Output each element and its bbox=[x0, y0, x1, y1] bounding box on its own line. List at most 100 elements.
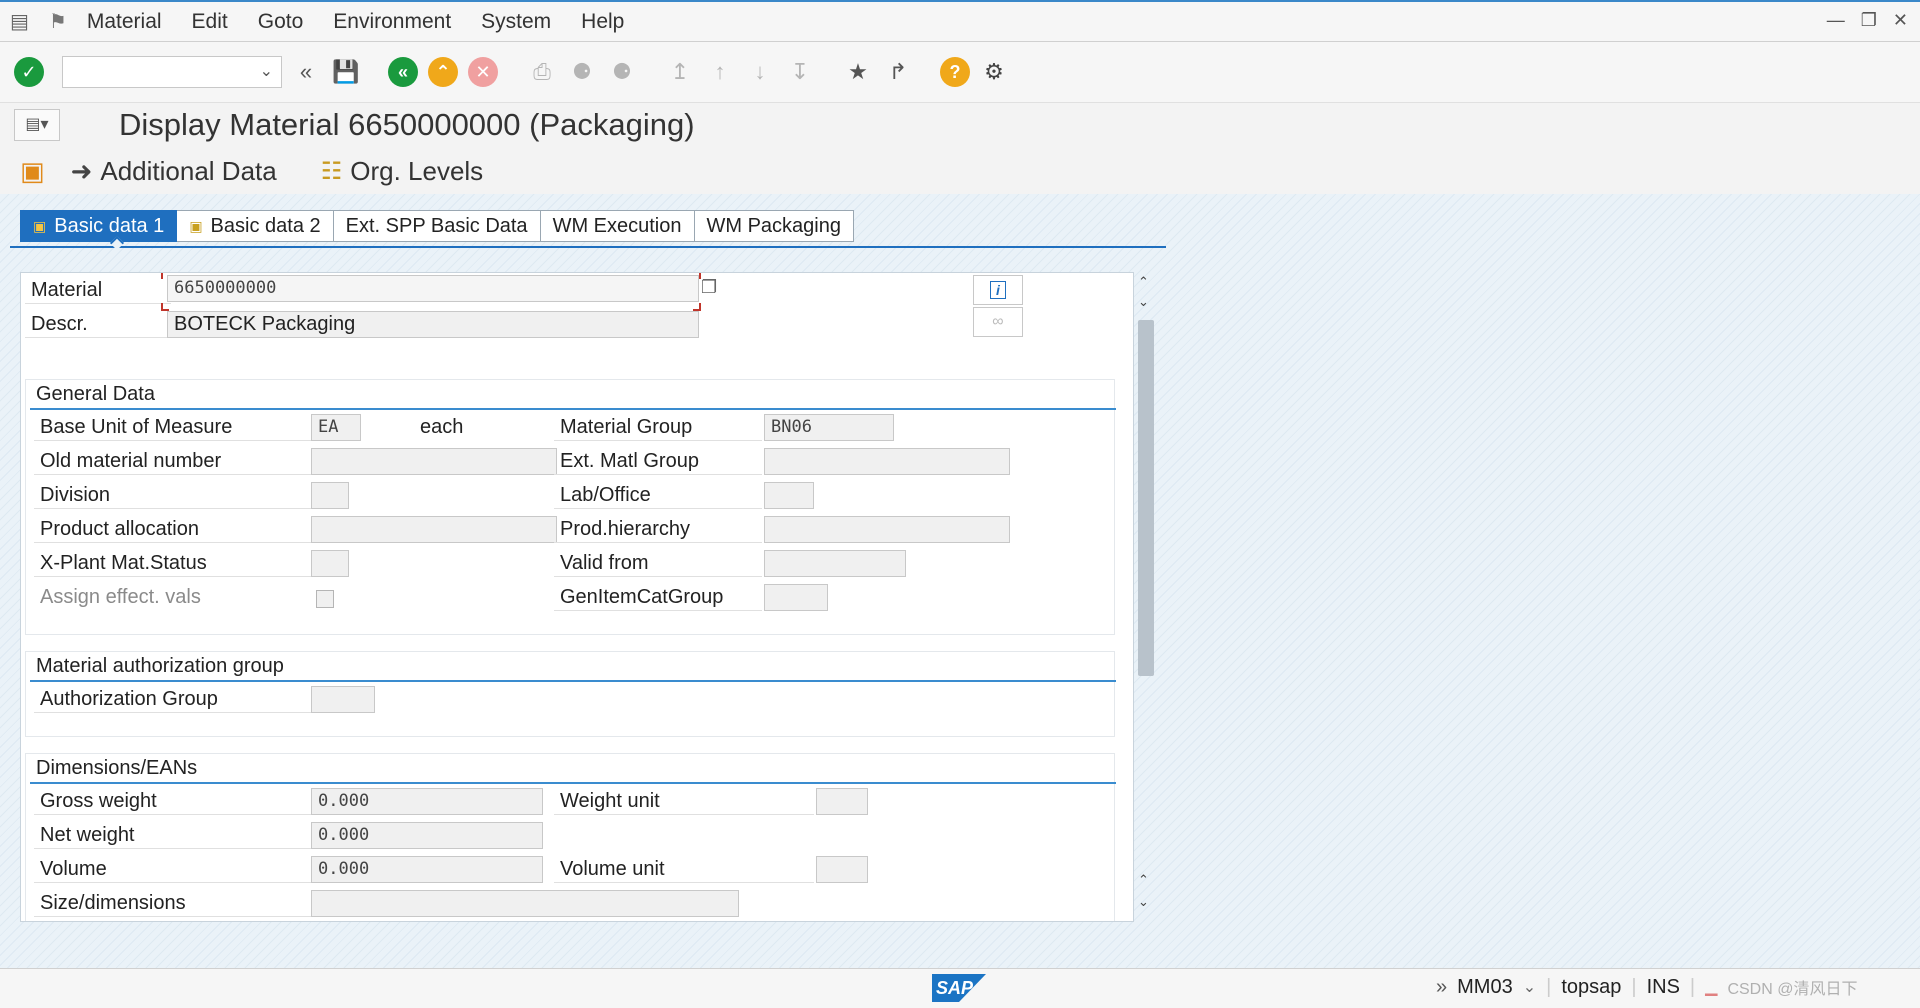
org-levels-button[interactable]: ☷ Org. Levels bbox=[321, 156, 483, 187]
scroll-up-icon[interactable]: ⌃ bbox=[1138, 872, 1149, 888]
gen-item-cat-field[interactable] bbox=[764, 584, 828, 611]
help-icon[interactable]: ? bbox=[940, 57, 970, 87]
group-divider bbox=[30, 408, 1116, 410]
old-material-field[interactable] bbox=[311, 448, 557, 475]
volume-field[interactable]: 0.000 bbox=[311, 856, 543, 883]
prod-hierarchy-field[interactable] bbox=[764, 516, 1010, 543]
collapse-double-left-icon[interactable]: « bbox=[290, 56, 322, 88]
chevron-down-icon[interactable]: ⌄ bbox=[1523, 977, 1536, 997]
product-allocation-label: Product allocation bbox=[34, 516, 314, 543]
menu-material[interactable]: Material bbox=[87, 10, 162, 34]
next-page-icon[interactable]: ↓ bbox=[744, 56, 776, 88]
minimize-icon[interactable]: — bbox=[1827, 10, 1845, 31]
org-levels-label: Org. Levels bbox=[350, 155, 484, 186]
dimensions-group: Dimensions/EANs Gross weight 0.000 Weigh… bbox=[25, 753, 1116, 921]
pin-icon[interactable]: ⚑ bbox=[49, 9, 67, 34]
tab-ext-spp-basic-data[interactable]: Ext. SPP Basic Data bbox=[333, 210, 541, 242]
first-page-icon[interactable]: ↥ bbox=[664, 56, 696, 88]
menu-environment[interactable]: Environment bbox=[333, 10, 451, 34]
additional-data-button[interactable]: ➜ Additional Data bbox=[71, 156, 277, 187]
create-session-icon[interactable]: ★ bbox=[842, 56, 874, 88]
tab-wm-packaging[interactable]: WM Packaging bbox=[694, 210, 854, 242]
menu-edit[interactable]: Edit bbox=[192, 10, 228, 34]
base-uom-label: Base Unit of Measure bbox=[34, 414, 330, 441]
assign-effect-label: Assign effect. vals bbox=[40, 586, 201, 608]
tab-basic-data-2[interactable]: ▣ Basic data 2 bbox=[177, 210, 334, 242]
vertical-scrollbar[interactable]: ⌃ ⌄ ⌃ ⌄ bbox=[1136, 272, 1154, 922]
menu-help[interactable]: Help bbox=[581, 10, 624, 34]
generate-shortcut-icon[interactable]: ↱ bbox=[882, 56, 914, 88]
chart-icon: ▁ bbox=[1705, 979, 1718, 996]
tab-basic-data-1[interactable]: ▣ Basic data 1 bbox=[20, 210, 178, 242]
weight-unit-field[interactable] bbox=[816, 788, 868, 815]
assign-effect-checkbox[interactable] bbox=[316, 590, 334, 608]
net-weight-label: Net weight bbox=[34, 822, 314, 849]
close-icon[interactable]: ✕ bbox=[1893, 10, 1908, 31]
division-label: Division bbox=[34, 482, 314, 509]
command-field[interactable]: ⌄ bbox=[62, 56, 282, 88]
general-data-group: General Data Base Unit of Measure EA eac… bbox=[25, 379, 1116, 635]
info-button[interactable]: i bbox=[973, 275, 1023, 305]
enter-check-icon[interactable]: ✓ bbox=[14, 57, 44, 87]
tab-strip: ▣ Basic data 1 ▣ Basic data 2 Ext. SPP B… bbox=[20, 210, 854, 242]
lab-office-label: Lab/Office bbox=[554, 482, 762, 509]
tab-label: WM Packaging bbox=[706, 214, 842, 237]
xplant-status-field[interactable] bbox=[311, 550, 349, 577]
menu-system[interactable]: System bbox=[481, 10, 551, 34]
size-dimensions-label: Size/dimensions bbox=[34, 890, 314, 917]
cancel-icon[interactable]: ✕ bbox=[468, 57, 498, 87]
scroll-down-icon[interactable]: ⌄ bbox=[1138, 294, 1149, 310]
command-input[interactable] bbox=[63, 57, 253, 87]
save-icon[interactable]: 💾 bbox=[330, 56, 362, 88]
lab-office-field[interactable] bbox=[764, 482, 814, 509]
last-page-icon[interactable]: ↧ bbox=[784, 56, 816, 88]
tab-label: WM Execution bbox=[552, 214, 682, 237]
tab-wm-execution[interactable]: WM Execution bbox=[540, 210, 695, 242]
back-icon[interactable]: « bbox=[388, 57, 418, 87]
scroll-down-icon[interactable]: ⌄ bbox=[1138, 894, 1149, 910]
transaction-menu-icon[interactable]: ▤▾ bbox=[14, 109, 60, 141]
prod-hierarchy-label: Prod.hierarchy bbox=[554, 516, 762, 543]
chevron-down-icon[interactable]: ⌄ bbox=[260, 61, 273, 81]
basic-data-1-panel: Material 6650000000 ❐ Descr. BOTECK Pack… bbox=[20, 272, 1134, 922]
previous-page-icon[interactable]: ↑ bbox=[704, 56, 736, 88]
material-group-field[interactable]: BN06 bbox=[764, 414, 894, 441]
descr-field[interactable]: BOTECK Packaging bbox=[167, 311, 699, 338]
settings-gear-icon[interactable]: ⚙ bbox=[978, 56, 1010, 88]
menu-goto[interactable]: Goto bbox=[258, 10, 304, 34]
copy-icon[interactable]: ❐ bbox=[701, 277, 717, 298]
system-info: » MM03 ⌄ | topsap | INS | ▁ CSDN @清风日下 bbox=[1436, 975, 1858, 999]
ext-matl-group-field[interactable] bbox=[764, 448, 1010, 475]
scroll-up-icon[interactable]: ⌃ bbox=[1138, 274, 1149, 290]
size-dimensions-field[interactable] bbox=[311, 890, 739, 917]
restore-icon[interactable]: ❐ bbox=[1861, 10, 1877, 31]
view-status-icon: ▣ bbox=[189, 217, 203, 234]
old-material-label: Old material number bbox=[34, 448, 314, 475]
gross-weight-label: Gross weight bbox=[34, 788, 314, 815]
valid-from-field[interactable] bbox=[764, 550, 906, 577]
material-label: Material bbox=[25, 277, 171, 304]
expand-status-icon[interactable]: » bbox=[1436, 976, 1447, 999]
division-field[interactable] bbox=[311, 482, 349, 509]
exit-icon[interactable]: ⌃ bbox=[428, 57, 458, 87]
menu-icon[interactable]: ▤ bbox=[10, 9, 29, 34]
scroll-thumb[interactable] bbox=[1138, 320, 1154, 676]
gross-weight-field[interactable]: 0.000 bbox=[311, 788, 543, 815]
find-icon[interactable]: ⚈ bbox=[566, 56, 598, 88]
switch-views-icon[interactable]: ▣ bbox=[20, 156, 45, 187]
tab-label: Ext. SPP Basic Data bbox=[345, 214, 528, 237]
display-glasses-button[interactable]: ∞ bbox=[973, 307, 1023, 337]
arrow-right-icon: ➜ bbox=[70, 155, 93, 186]
print-icon[interactable]: ⎙ bbox=[526, 56, 558, 88]
net-weight-field[interactable]: 0.000 bbox=[311, 822, 543, 849]
transaction-code: MM03 bbox=[1457, 975, 1513, 998]
group-divider bbox=[30, 782, 1116, 784]
product-allocation-field[interactable] bbox=[311, 516, 557, 543]
group-divider bbox=[30, 680, 1116, 682]
base-uom-field[interactable]: EA bbox=[311, 414, 361, 441]
volume-unit-field[interactable] bbox=[816, 856, 868, 883]
general-data-title: General Data bbox=[36, 383, 155, 405]
find-next-icon[interactable]: ⚈ bbox=[606, 56, 638, 88]
material-field[interactable]: 6650000000 bbox=[167, 275, 699, 302]
authorization-group-field[interactable] bbox=[311, 686, 375, 713]
